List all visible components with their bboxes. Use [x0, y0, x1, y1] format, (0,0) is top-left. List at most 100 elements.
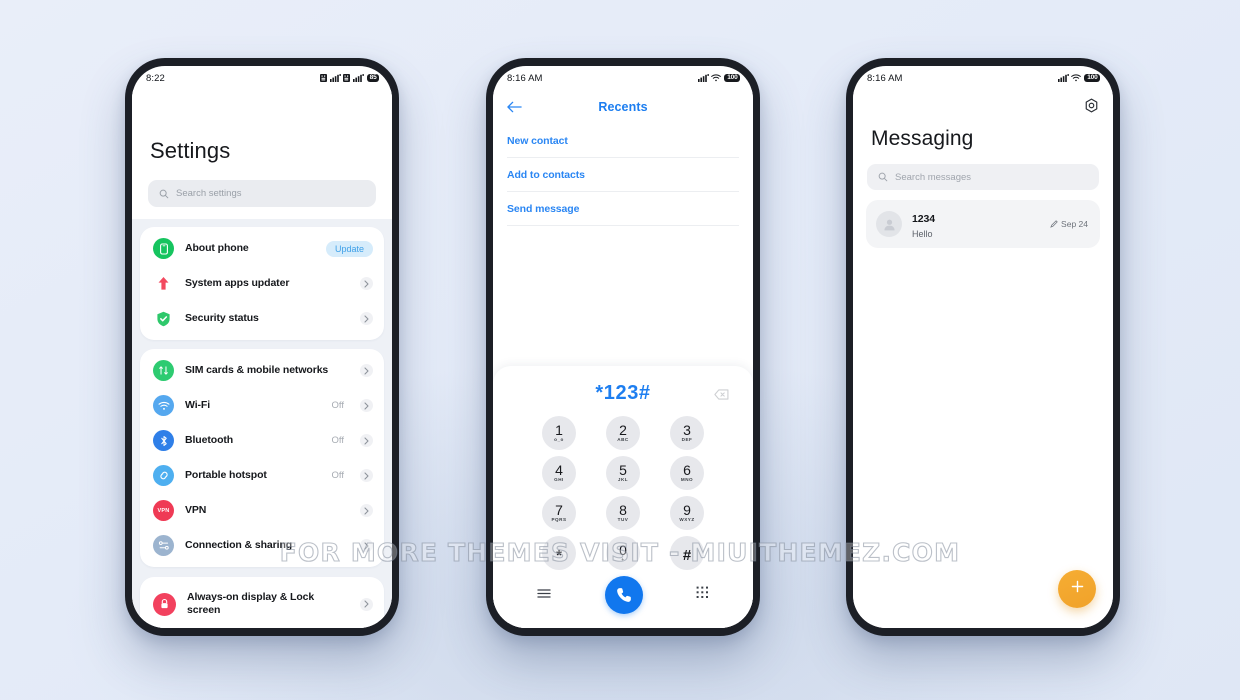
- setting-label: VPN: [185, 503, 207, 516]
- key-digit: 5: [619, 461, 627, 478]
- update-badge[interactable]: Update: [325, 240, 373, 257]
- search-input[interactable]: Search messages: [867, 164, 1099, 190]
- up-arrow-icon: [153, 273, 174, 294]
- setting-value: Off: [331, 470, 345, 481]
- status-bar-battery: 85: [366, 73, 379, 83]
- dialer-header: Recents: [493, 90, 753, 124]
- dialpad-key-6[interactable]: 6 MNO: [670, 456, 704, 490]
- dialpad-key-4[interactable]: 4 GHI: [542, 456, 576, 490]
- thread-name: 1234: [912, 213, 935, 225]
- person-avatar-icon: [876, 211, 902, 237]
- key-digit: 2: [619, 421, 627, 438]
- sidebar-item-system-apps-updater[interactable]: System apps updater: [140, 266, 384, 301]
- dialpad-key-2[interactable]: 2 ABC: [606, 416, 640, 450]
- wifi-status-icon: [1071, 74, 1082, 82]
- dialed-number: *123#: [595, 381, 651, 404]
- status-bar-signal-icons: [1057, 74, 1082, 82]
- key-sub: JKL: [617, 477, 629, 483]
- sidebar-item-connection-sharing[interactable]: Connection & sharing: [140, 528, 384, 563]
- sidebar-item-about-phone[interactable]: About phone Update: [140, 231, 384, 266]
- sidebar-item-portable-hotspot[interactable]: Portable hotspot Off: [140, 458, 384, 493]
- chevron-right-icon: [360, 364, 373, 377]
- gear-icon[interactable]: [1084, 98, 1099, 118]
- dialpad-key-star[interactable]: *: [542, 536, 576, 570]
- vpn-icon: VPN: [153, 500, 174, 521]
- key-sub: PQRS: [551, 517, 567, 523]
- sidebar-item-vpn[interactable]: VPN VPN: [140, 493, 384, 528]
- setting-label: SIM cards & mobile networks: [185, 363, 329, 376]
- settings-group-3: Always-on display & Lock screen: [140, 577, 384, 628]
- key-digit: 0: [619, 541, 627, 558]
- shield-check-icon: [153, 308, 174, 329]
- settings-group-2: SIM cards & mobile networks Wi-Fi Off Bl…: [140, 349, 384, 567]
- hamburger-menu-icon[interactable]: [537, 586, 551, 604]
- status-bar-settings: 8:22 85: [132, 66, 392, 90]
- dialpad-key-1[interactable]: 1 o_o: [542, 416, 576, 450]
- list-item[interactable]: 1234 Hello Sep 24: [866, 200, 1100, 248]
- settings-header-card: Settings Search settings: [132, 90, 392, 219]
- pencil-icon: [1050, 220, 1058, 228]
- sidebar-item-wifi[interactable]: Wi-Fi Off: [140, 388, 384, 423]
- messaging-screen: 8:16 AM 100 Messaging Search messages 12…: [853, 66, 1113, 628]
- dialer-action-list: New contact Add to contacts Send message: [493, 124, 753, 226]
- search-input[interactable]: Search settings: [148, 180, 376, 207]
- key-digit: 6: [683, 461, 691, 478]
- settings-screen: 8:22 85 Settings Search settings About p…: [132, 66, 392, 628]
- dialer-content: Recents New contact Add to contacts Send…: [493, 90, 753, 628]
- dialpad-key-8[interactable]: 8 TUV: [606, 496, 640, 530]
- dialpad-icon[interactable]: [696, 586, 709, 604]
- search-placeholder: Search settings: [176, 188, 242, 199]
- status-bar-time: 8:16 AM: [507, 72, 543, 84]
- dialpad-key-0[interactable]: 0 +: [606, 536, 640, 570]
- sim-swap-icon: [153, 360, 174, 381]
- thread-date: Sep 24: [1061, 219, 1088, 229]
- search-icon: [878, 172, 888, 182]
- messaging-content: Messaging Search messages 1234 Hello Sep…: [853, 90, 1113, 628]
- dialpad-panel: *123# 1 o_o 2 ABC 3 DEF 4 GHI 5 JKL 6 MNO 7 PQR…: [493, 366, 753, 628]
- chevron-right-icon: [360, 434, 373, 447]
- chevron-right-icon: [360, 539, 373, 552]
- action-add-to-contacts[interactable]: Add to contacts: [507, 158, 739, 192]
- dialpad-key-hash[interactable]: #: [670, 536, 704, 570]
- status-bar-battery: 100: [724, 73, 740, 83]
- dialpad-key-9[interactable]: 9 WXYZ: [670, 496, 704, 530]
- key-sub: WXYZ: [679, 517, 695, 523]
- key-sub: +: [621, 557, 625, 563]
- plus-icon: [1070, 579, 1085, 599]
- backspace-icon[interactable]: [714, 387, 729, 405]
- setting-label: About phone: [185, 241, 249, 254]
- dialpad-key-5[interactable]: 5 JKL: [606, 456, 640, 490]
- sidebar-item-sim-cards[interactable]: SIM cards & mobile networks: [140, 353, 384, 388]
- connection-share-icon: [153, 535, 174, 556]
- dialpad-key-3[interactable]: 3 DEF: [670, 416, 704, 450]
- dialpad-key-7[interactable]: 7 PQRS: [542, 496, 576, 530]
- sidebar-item-security-status[interactable]: Security status: [140, 301, 384, 336]
- status-bar-dialer: 8:16 AM 100: [493, 66, 753, 90]
- setting-label: Connection & sharing: [185, 538, 293, 551]
- chevron-right-icon: [360, 469, 373, 482]
- phone-call-icon[interactable]: [604, 576, 643, 614]
- chevron-right-icon: [360, 504, 373, 517]
- setting-value: Off: [331, 400, 345, 411]
- key-digit: 8: [619, 501, 627, 518]
- sidebar-item-bluetooth[interactable]: Bluetooth Off: [140, 423, 384, 458]
- key-sub: ABC: [617, 437, 629, 443]
- key-digit: 4: [555, 461, 563, 478]
- setting-label: Always-on display & Lock screen: [187, 591, 315, 617]
- wifi-status-icon: [711, 74, 722, 82]
- key-digit: 9: [683, 501, 691, 518]
- action-send-message[interactable]: Send message: [507, 192, 739, 226]
- setting-label: System apps updater: [185, 276, 290, 289]
- status-bar-messaging: 8:16 AM 100: [853, 66, 1113, 90]
- key-sub: GHI: [554, 477, 564, 483]
- sidebar-item-partial[interactable]: [140, 627, 384, 628]
- page-title: Settings: [150, 138, 231, 163]
- key-digit: #: [682, 546, 692, 564]
- action-new-contact[interactable]: New contact: [507, 124, 739, 158]
- dialed-number-display[interactable]: *123#: [493, 376, 753, 410]
- settings-group-1: About phone Update System apps updater S…: [140, 227, 384, 340]
- thread-preview: Hello: [912, 229, 933, 239]
- sidebar-item-always-on-display[interactable]: Always-on display & Lock screen: [140, 581, 384, 627]
- key-digit: 3: [683, 421, 691, 438]
- new-message-fab[interactable]: [1058, 570, 1096, 608]
